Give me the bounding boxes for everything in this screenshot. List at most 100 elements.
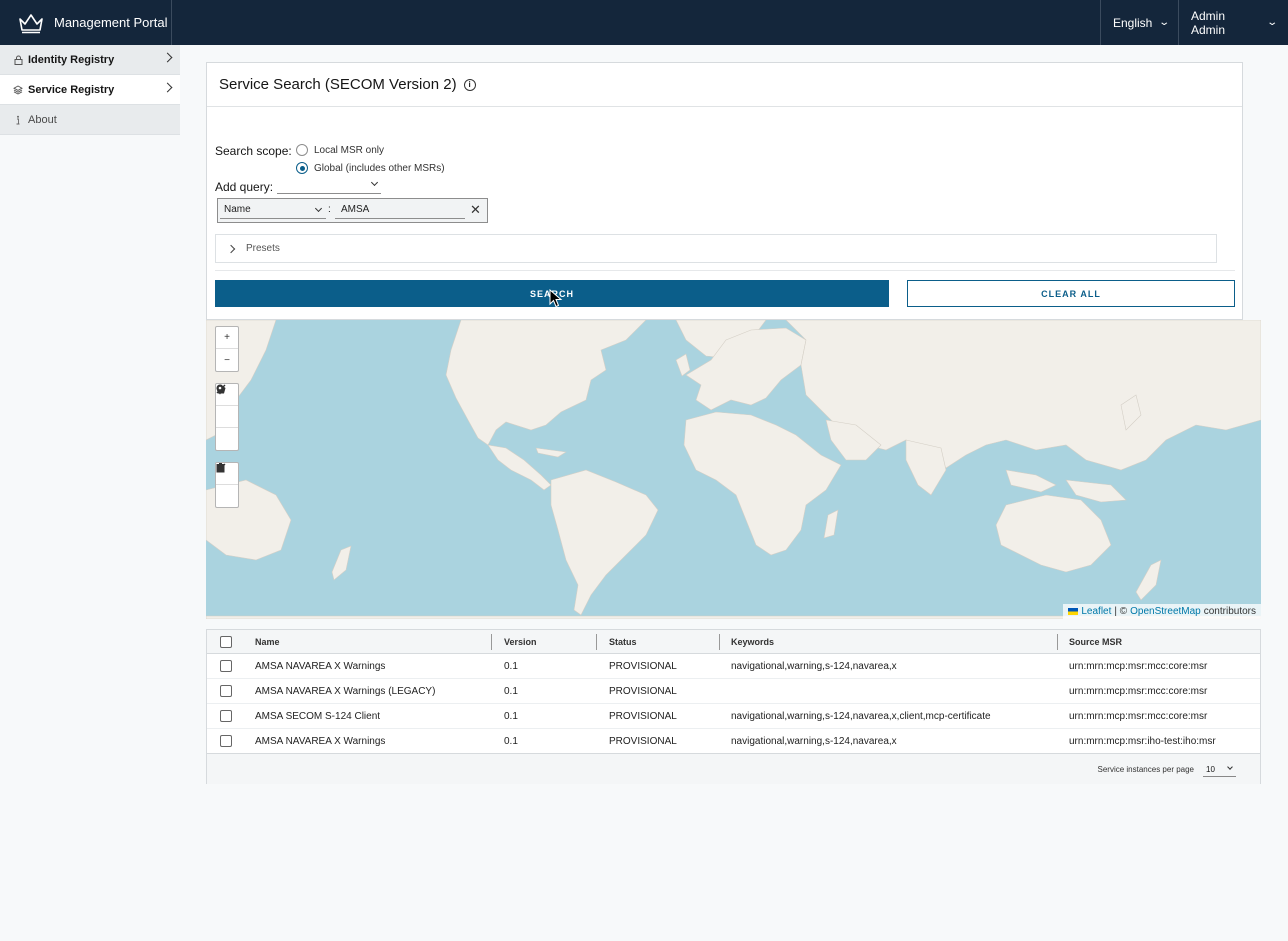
cell-name: AMSA SECOM S-124 Client xyxy=(255,710,381,722)
add-query-label: Add query: xyxy=(215,180,274,194)
cell-name: AMSA NAVAREA X Warnings (LEGACY) xyxy=(255,685,436,697)
chevron-down-icon xyxy=(314,204,323,213)
add-query-select[interactable] xyxy=(277,178,381,194)
openstreetmap-link[interactable]: OpenStreetMap xyxy=(1130,606,1201,617)
column-header-name[interactable]: Name xyxy=(255,637,280,647)
zoom-control: + − xyxy=(215,326,239,372)
world-map[interactable]: + − Leaflet | © OpenStreetMap contributo… xyxy=(206,320,1261,619)
language-menu[interactable]: English ⌄ xyxy=(1100,0,1178,45)
page-title: Service Search (SECOM Version 2) xyxy=(219,76,457,93)
chevron-right-icon xyxy=(162,82,173,93)
table-row[interactable]: AMSA NAVAREA X Warnings 0.1 PROVISIONAL … xyxy=(207,729,1260,754)
clear-all-button[interactable]: CLEAR ALL xyxy=(907,280,1235,307)
cell-source-msr: urn:mrn:mcp:msr:mcc:core:msr xyxy=(1069,710,1208,722)
ukraine-flag-icon xyxy=(1068,608,1079,615)
row-checkbox[interactable] xyxy=(220,685,232,697)
attribution-separator: | © xyxy=(1114,606,1128,617)
results-table: Name Version Status Keywords Source MSR … xyxy=(206,629,1261,784)
leaflet-link[interactable]: Leaflet xyxy=(1081,606,1111,617)
table-pagination: Service instances per page 10 xyxy=(207,753,1260,784)
chevron-down-icon xyxy=(1227,764,1233,770)
cell-status: PROVISIONAL xyxy=(609,735,677,747)
crown-logo-icon xyxy=(19,13,43,33)
select-all-checkbox[interactable] xyxy=(220,635,232,648)
card-header: Service Search (SECOM Version 2) i xyxy=(207,63,1242,107)
per-page-select[interactable]: 10 xyxy=(1203,763,1236,777)
query-value-input[interactable]: AMSA xyxy=(335,202,465,219)
query-field-select[interactable]: Name xyxy=(220,202,326,219)
radio-button[interactable] xyxy=(296,144,308,156)
cell-name: AMSA NAVAREA X Warnings xyxy=(255,735,386,747)
language-label: English xyxy=(1113,15,1153,30)
info-icon xyxy=(13,115,23,125)
sidebar-item-label: Service Registry xyxy=(28,83,115,96)
presets-label: Presets xyxy=(246,243,280,254)
mouse-cursor-icon xyxy=(549,289,563,308)
column-resize-handle[interactable] xyxy=(491,634,492,650)
column-header-keywords[interactable]: Keywords xyxy=(731,637,774,647)
per-page-value: 10 xyxy=(1206,765,1215,774)
draw-marker-icon[interactable] xyxy=(216,384,238,450)
column-resize-handle[interactable] xyxy=(1057,634,1058,650)
user-menu[interactable]: Admin Admin ⌄ xyxy=(1178,0,1288,45)
per-page-label: Service instances per page xyxy=(1097,765,1195,774)
search-scope-label: Search scope: xyxy=(215,144,292,158)
brand[interactable]: Management Portal xyxy=(0,0,172,45)
row-checkbox[interactable] xyxy=(220,735,232,747)
query-row: Name : AMSA ✕ xyxy=(217,198,488,223)
edit-toolbar xyxy=(215,462,239,508)
sidebar-item-about[interactable]: About xyxy=(0,105,180,135)
column-resize-handle[interactable] xyxy=(596,634,597,650)
cell-keywords: navigational,warning,s-124,navarea,x,cli… xyxy=(731,710,991,722)
column-header-source-msr[interactable]: Source MSR xyxy=(1069,637,1122,647)
attribution-tail: contributors xyxy=(1203,606,1256,617)
column-header-status[interactable]: Status xyxy=(609,637,637,647)
presets-accordion[interactable]: Presets xyxy=(215,234,1217,263)
column-header-version[interactable]: Version xyxy=(504,637,537,647)
row-checkbox[interactable] xyxy=(220,660,232,672)
user-name: Admin Admin xyxy=(1191,8,1226,37)
zoom-in-button[interactable]: + xyxy=(216,327,238,349)
cell-source-msr: urn:mrn:mcp:msr:mcc:core:msr xyxy=(1069,660,1208,672)
chevron-down-icon: ⌄ xyxy=(1265,17,1278,28)
chevron-right-icon xyxy=(226,244,236,253)
radio-button-selected[interactable] xyxy=(296,162,308,174)
cell-status: PROVISIONAL xyxy=(609,660,677,672)
table-row[interactable]: AMSA NAVAREA X Warnings (LEGACY) 0.1 PRO… xyxy=(207,679,1260,704)
cell-version: 0.1 xyxy=(504,710,518,722)
sidebar-item-label: About xyxy=(28,113,57,126)
chevron-down-icon: ⌄ xyxy=(1158,17,1171,28)
query-separator: : xyxy=(328,204,331,215)
app-title: Management Portal xyxy=(54,15,168,30)
cell-keywords: navigational,warning,s-124,navarea,x xyxy=(731,660,897,672)
radio-local-msr[interactable]: Local MSR only xyxy=(296,144,384,156)
draw-polygon-icon[interactable] xyxy=(216,384,238,428)
column-resize-handle[interactable] xyxy=(719,634,720,650)
info-icon[interactable]: i xyxy=(463,78,476,91)
cell-source-msr: urn:mrn:mcp:msr:mcc:core:msr xyxy=(1069,685,1208,697)
map-attribution: Leaflet | © OpenStreetMap contributors xyxy=(1063,604,1261,619)
sidebar-item-identity-registry[interactable]: Identity Registry xyxy=(0,45,180,75)
remove-query-icon[interactable]: ✕ xyxy=(470,202,481,218)
table-header: Name Version Status Keywords Source MSR xyxy=(207,630,1260,654)
cell-status: PROVISIONAL xyxy=(609,685,677,697)
radio-label: Local MSR only xyxy=(314,144,385,156)
divider xyxy=(215,270,1235,271)
radio-label: Global (includes other MSRs) xyxy=(314,162,445,174)
radio-global-msr[interactable]: Global (includes other MSRs) xyxy=(296,162,445,174)
cell-status: PROVISIONAL xyxy=(609,710,677,722)
delete-layers-icon[interactable] xyxy=(216,463,238,507)
sidebar-item-label: Identity Registry xyxy=(28,53,115,66)
cell-keywords: navigational,warning,s-124,navarea,x xyxy=(731,735,897,747)
layers-icon xyxy=(13,84,23,95)
table-row[interactable]: AMSA SECOM S-124 Client 0.1 PROVISIONAL … xyxy=(207,704,1260,729)
sidebar-item-service-registry[interactable]: Service Registry xyxy=(0,75,180,105)
cell-version: 0.1 xyxy=(504,735,518,747)
row-checkbox[interactable] xyxy=(220,710,232,722)
chevron-right-icon xyxy=(162,52,173,63)
zoom-out-button[interactable]: − xyxy=(216,349,238,371)
draw-toolbar xyxy=(215,383,239,451)
chevron-down-icon xyxy=(370,178,379,187)
table-row[interactable]: AMSA NAVAREA X Warnings 0.1 PROVISIONAL … xyxy=(207,654,1260,679)
service-search-card: Service Search (SECOM Version 2) i Searc… xyxy=(206,62,1243,320)
